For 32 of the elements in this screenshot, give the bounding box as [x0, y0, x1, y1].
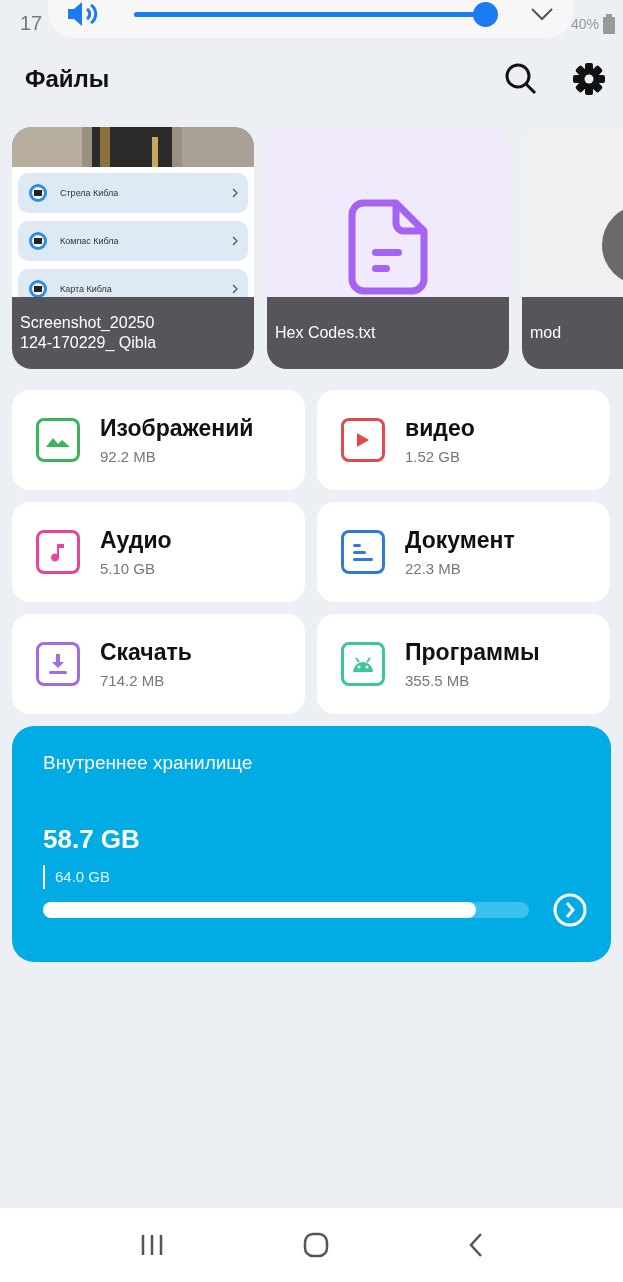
list-row-label: Карта Кибла: [60, 284, 113, 294]
category-card[interactable]: Изображений 92.2 MB: [12, 390, 305, 490]
category-card[interactable]: Скачать 714.2 MB: [12, 614, 305, 714]
battery-percent: 40%: [570, 16, 599, 32]
category-size: 92.2 MB: [100, 448, 157, 465]
recent-file-card[interactable]: Hex Codes.txt: [267, 127, 509, 369]
list-row-label: Компас Кибла: [60, 236, 120, 246]
category-title: Аудио: [100, 527, 172, 554]
category-card[interactable]: видео 1.52 GB: [317, 390, 610, 490]
category-title: Изображений: [100, 415, 254, 442]
category-size: 5.10 GB: [100, 560, 157, 577]
file-name: Screenshot_20250 124-170229_ Qibla: [20, 313, 157, 353]
category-title: Программы: [405, 639, 540, 666]
page-title: Файлы: [25, 65, 111, 93]
category-size: 1.52 GB: [405, 448, 462, 465]
storage-used: 58.7 GB: [43, 824, 141, 855]
category-title: видео: [405, 415, 475, 442]
category-size: 355.5 MB: [405, 672, 471, 689]
storage-title: Внутреннее хранилище: [43, 752, 254, 774]
list-row-label: Стрела Кибла: [60, 188, 120, 198]
category-card[interactable]: Документ 22.3 MB: [317, 502, 610, 602]
status-time: 17: [20, 12, 43, 35]
category-card[interactable]: Аудио 5.10 GB: [12, 502, 305, 602]
category-size: 22.3 MB: [405, 560, 462, 577]
storage-total: 64.0 GB: [43, 865, 587, 889]
recent-file-card[interactable]: Стрела Кибла Компас Кибла Карта Кибла Screenshot_20250 124-170229_ Qibla: [12, 127, 254, 369]
category-card[interactable]: Программы 355.5 MB: [317, 614, 610, 714]
category-size: 714.2 MB: [100, 672, 166, 689]
category-title: Скачать: [100, 639, 192, 666]
category-title: Документ: [405, 527, 515, 554]
file-name: mod: [530, 323, 562, 343]
file-name: Hex Codes.txt: [275, 323, 376, 343]
